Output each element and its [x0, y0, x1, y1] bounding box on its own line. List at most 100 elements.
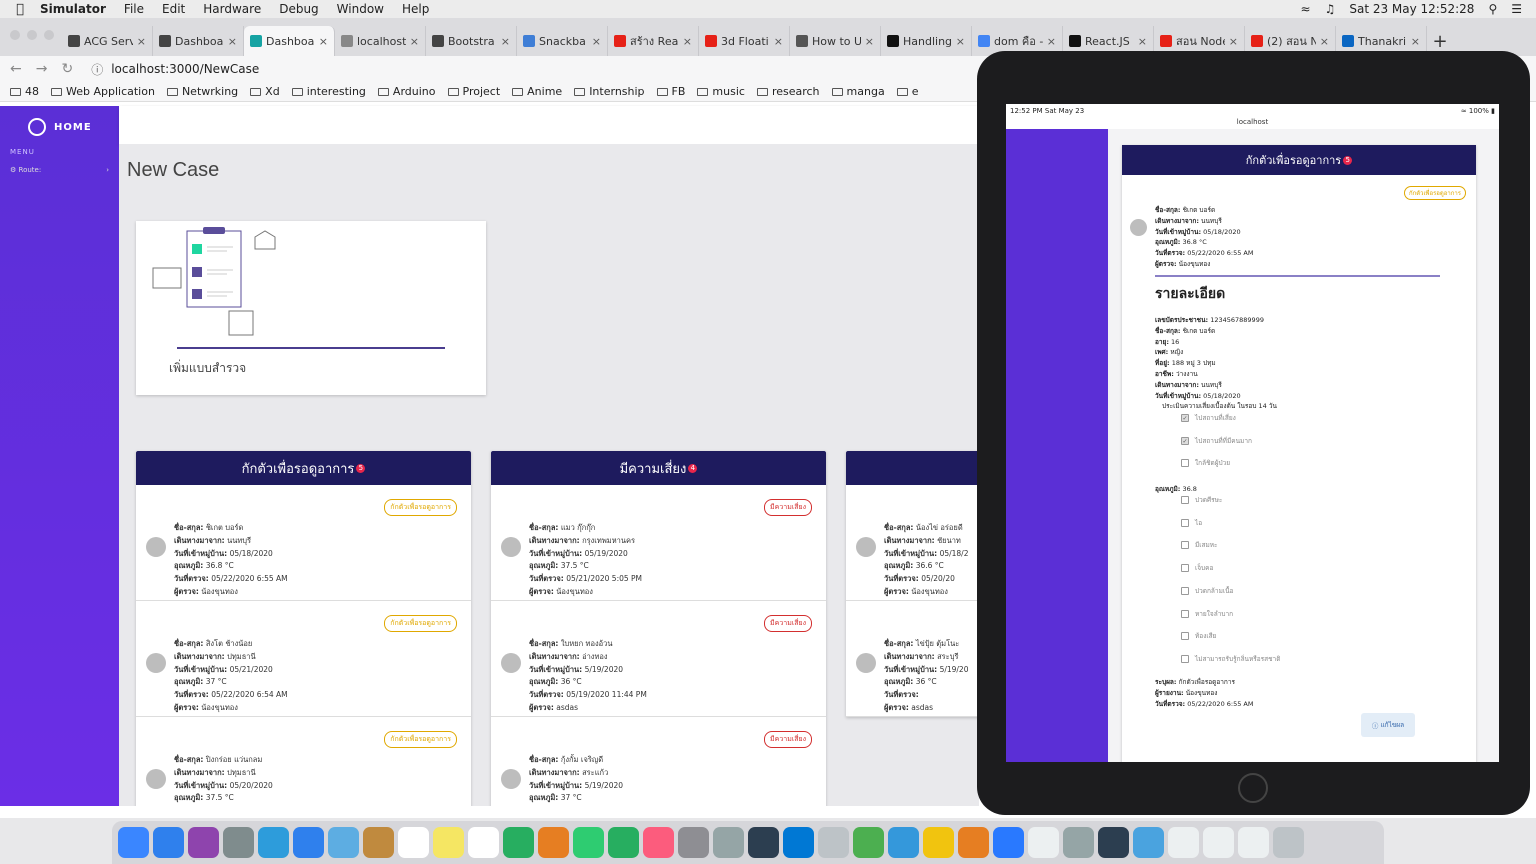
browser-tab[interactable]: สร้าง Rea ×: [608, 26, 699, 56]
dock-app-icon[interactable]: [1203, 827, 1234, 858]
close-tab-icon[interactable]: ×: [501, 35, 510, 48]
close-tab-icon[interactable]: ×: [865, 35, 874, 48]
dock-app-icon[interactable]: [1273, 827, 1304, 858]
bookmark-item[interactable]: FB: [656, 85, 685, 98]
bookmark-item[interactable]: Netwrking: [166, 85, 238, 98]
bookmark-item[interactable]: Anime: [512, 85, 562, 98]
case-card[interactable]: มีความเสี่ยง ชื่อ-สกุล: แมว กุ๊กกุ๊ก เดินท…: [491, 485, 826, 601]
dock-app-icon[interactable]: [608, 827, 639, 858]
close-tab-icon[interactable]: ×: [1138, 35, 1147, 48]
dock-app-icon[interactable]: [363, 827, 394, 858]
menu-edit[interactable]: Edit: [162, 2, 185, 16]
volume-icon[interactable]: ♫: [1325, 2, 1336, 16]
dock-app-icon[interactable]: [258, 827, 289, 858]
checkbox-icon[interactable]: [1181, 518, 1189, 527]
close-tab-icon[interactable]: ×: [592, 35, 601, 48]
bookmark-item[interactable]: 48: [10, 85, 39, 98]
menu-help[interactable]: Help: [402, 2, 429, 16]
close-tab-icon[interactable]: ×: [137, 35, 146, 48]
bookmark-item[interactable]: research: [756, 85, 820, 98]
dock-app-icon[interactable]: [748, 827, 779, 858]
dock-app-icon[interactable]: [1168, 827, 1199, 858]
risk-checkbox[interactable]: ✓ ไปสถานที่เสี่ยง: [1181, 413, 1236, 423]
browser-tab[interactable]: Handling ×: [881, 26, 972, 56]
risk-checkbox[interactable]: ✓ ไปสถานที่ที่มีคนมาก: [1181, 436, 1252, 446]
case-card[interactable]: กักตัวเพื่อรอดูอาการ ชื่อ-สกุล: ปิงกร่อย …: [136, 717, 471, 806]
minimize-window-button[interactable]: [27, 30, 37, 40]
close-tab-icon[interactable]: ×: [683, 35, 692, 48]
dock-app-icon[interactable]: [503, 827, 534, 858]
control-center-icon[interactable]: ☰: [1511, 2, 1522, 16]
checkbox-icon[interactable]: [1181, 496, 1189, 504]
menu-simulator[interactable]: Simulator: [40, 2, 106, 16]
menu-file[interactable]: File: [124, 2, 144, 16]
symptom-checkbox[interactable]: ปวดศีรษะ: [1181, 495, 1222, 505]
back-arrow-icon[interactable]: ←: [10, 61, 22, 77]
menu-debug[interactable]: Debug: [279, 2, 318, 16]
bookmark-item[interactable]: Web Application: [51, 85, 155, 98]
dock-app-icon[interactable]: [153, 827, 184, 858]
symptom-checkbox[interactable]: ไม่สามารถรับรู้กลิ่นหรือรสชาติ: [1181, 654, 1280, 664]
checkbox-icon[interactable]: [1181, 586, 1189, 595]
browser-tab[interactable]: Snackba ×: [517, 26, 608, 56]
checkbox-icon[interactable]: [1181, 609, 1189, 618]
checkbox-icon[interactable]: [1181, 459, 1189, 467]
case-card[interactable]: ชื่อ-สกุล: น้องไข่ อร่อยดี เดินทางมาจาก: …: [846, 485, 979, 601]
dock-app-icon[interactable]: [398, 827, 429, 858]
edit-result-button[interactable]: ⓘ แก้ไขผล: [1361, 713, 1415, 737]
bookmark-item[interactable]: Xd: [250, 85, 280, 98]
dock-app-icon[interactable]: [713, 827, 744, 858]
case-card[interactable]: กักตัวเพื่อรอดูอาการ ชื่อ-สกุล: สิงโต ช้า…: [136, 601, 471, 717]
risk-checkbox[interactable]: ใกล้ชิดผู้ป่วย: [1181, 458, 1230, 468]
dock-app-icon[interactable]: [118, 827, 149, 858]
close-tab-icon[interactable]: ×: [410, 35, 419, 48]
bookmark-item[interactable]: Project: [447, 85, 500, 98]
bookmark-item[interactable]: manga: [831, 85, 885, 98]
close-tab-icon[interactable]: ×: [228, 35, 237, 48]
dock-app-icon[interactable]: [818, 827, 849, 858]
home-link[interactable]: HOME: [0, 106, 119, 136]
browser-tab[interactable]: ACG Serv ×: [62, 26, 153, 56]
case-card[interactable]: ชื่อ-สกุล: ไข่ปุ้ย ตุ้มโนะ เดินทางมาจาก: …: [846, 601, 979, 717]
bookmark-item[interactable]: music: [697, 85, 745, 98]
dock-app-icon[interactable]: [1133, 827, 1164, 858]
symptom-checkbox[interactable]: ท้องเสีย: [1181, 631, 1216, 641]
dock-app-icon[interactable]: [678, 827, 709, 858]
case-card[interactable]: มีความเสี่ยง ชื่อ-สกุล: กุ้งกั้ม เจริญดีเ…: [491, 717, 826, 806]
dock-app-icon[interactable]: [538, 827, 569, 858]
close-tab-icon[interactable]: ×: [1047, 35, 1056, 48]
case-card[interactable]: มีความเสี่ยง ชื่อ-สกุล: ใบหยก ทองอ้วน เดิน…: [491, 601, 826, 717]
dock-app-icon[interactable]: [293, 827, 324, 858]
dock-app-icon[interactable]: [468, 827, 499, 858]
ipad-home-button[interactable]: [1238, 773, 1268, 803]
zoom-window-button[interactable]: [44, 30, 54, 40]
dock-app-icon[interactable]: [328, 827, 359, 858]
add-survey-card[interactable]: เพิ่มแบบสำรวจ: [136, 221, 486, 395]
dock-app-icon[interactable]: [1063, 827, 1094, 858]
close-tab-icon[interactable]: ×: [1229, 35, 1238, 48]
browser-tab[interactable]: Dashboa ×: [153, 26, 244, 56]
browser-tab[interactable]: localhost ×: [335, 26, 426, 56]
bookmark-item[interactable]: Arduino: [377, 85, 436, 98]
checkbox-icon[interactable]: [1181, 564, 1189, 573]
reload-icon[interactable]: ↻: [61, 61, 73, 77]
wifi-icon[interactable]: ≈: [1301, 2, 1311, 16]
menu-hardware[interactable]: Hardware: [203, 2, 261, 16]
close-tab-icon[interactable]: ×: [1411, 35, 1420, 48]
dock-app-icon[interactable]: [573, 827, 604, 858]
dock-app-icon[interactable]: [888, 827, 919, 858]
forward-arrow-icon[interactable]: →: [36, 61, 48, 77]
apple-menu-icon[interactable]: : [0, 2, 40, 17]
browser-tab[interactable]: Bootstra ×: [426, 26, 517, 56]
close-tab-icon[interactable]: ×: [1320, 35, 1329, 48]
symptom-checkbox[interactable]: เจ็บคอ: [1181, 563, 1213, 573]
dock-app-icon[interactable]: [1238, 827, 1269, 858]
checkbox-icon[interactable]: [1181, 541, 1189, 550]
close-tab-icon[interactable]: ×: [774, 35, 783, 48]
sidebar-item-route[interactable]: ⚙ Route: ›: [0, 156, 119, 174]
browser-tab[interactable]: Dashboa ×: [244, 26, 335, 56]
bookmark-item[interactable]: e: [896, 85, 918, 98]
close-tab-icon[interactable]: ×: [956, 35, 965, 48]
dock-app-icon[interactable]: [853, 827, 884, 858]
symptom-checkbox[interactable]: ไอ: [1181, 518, 1202, 528]
